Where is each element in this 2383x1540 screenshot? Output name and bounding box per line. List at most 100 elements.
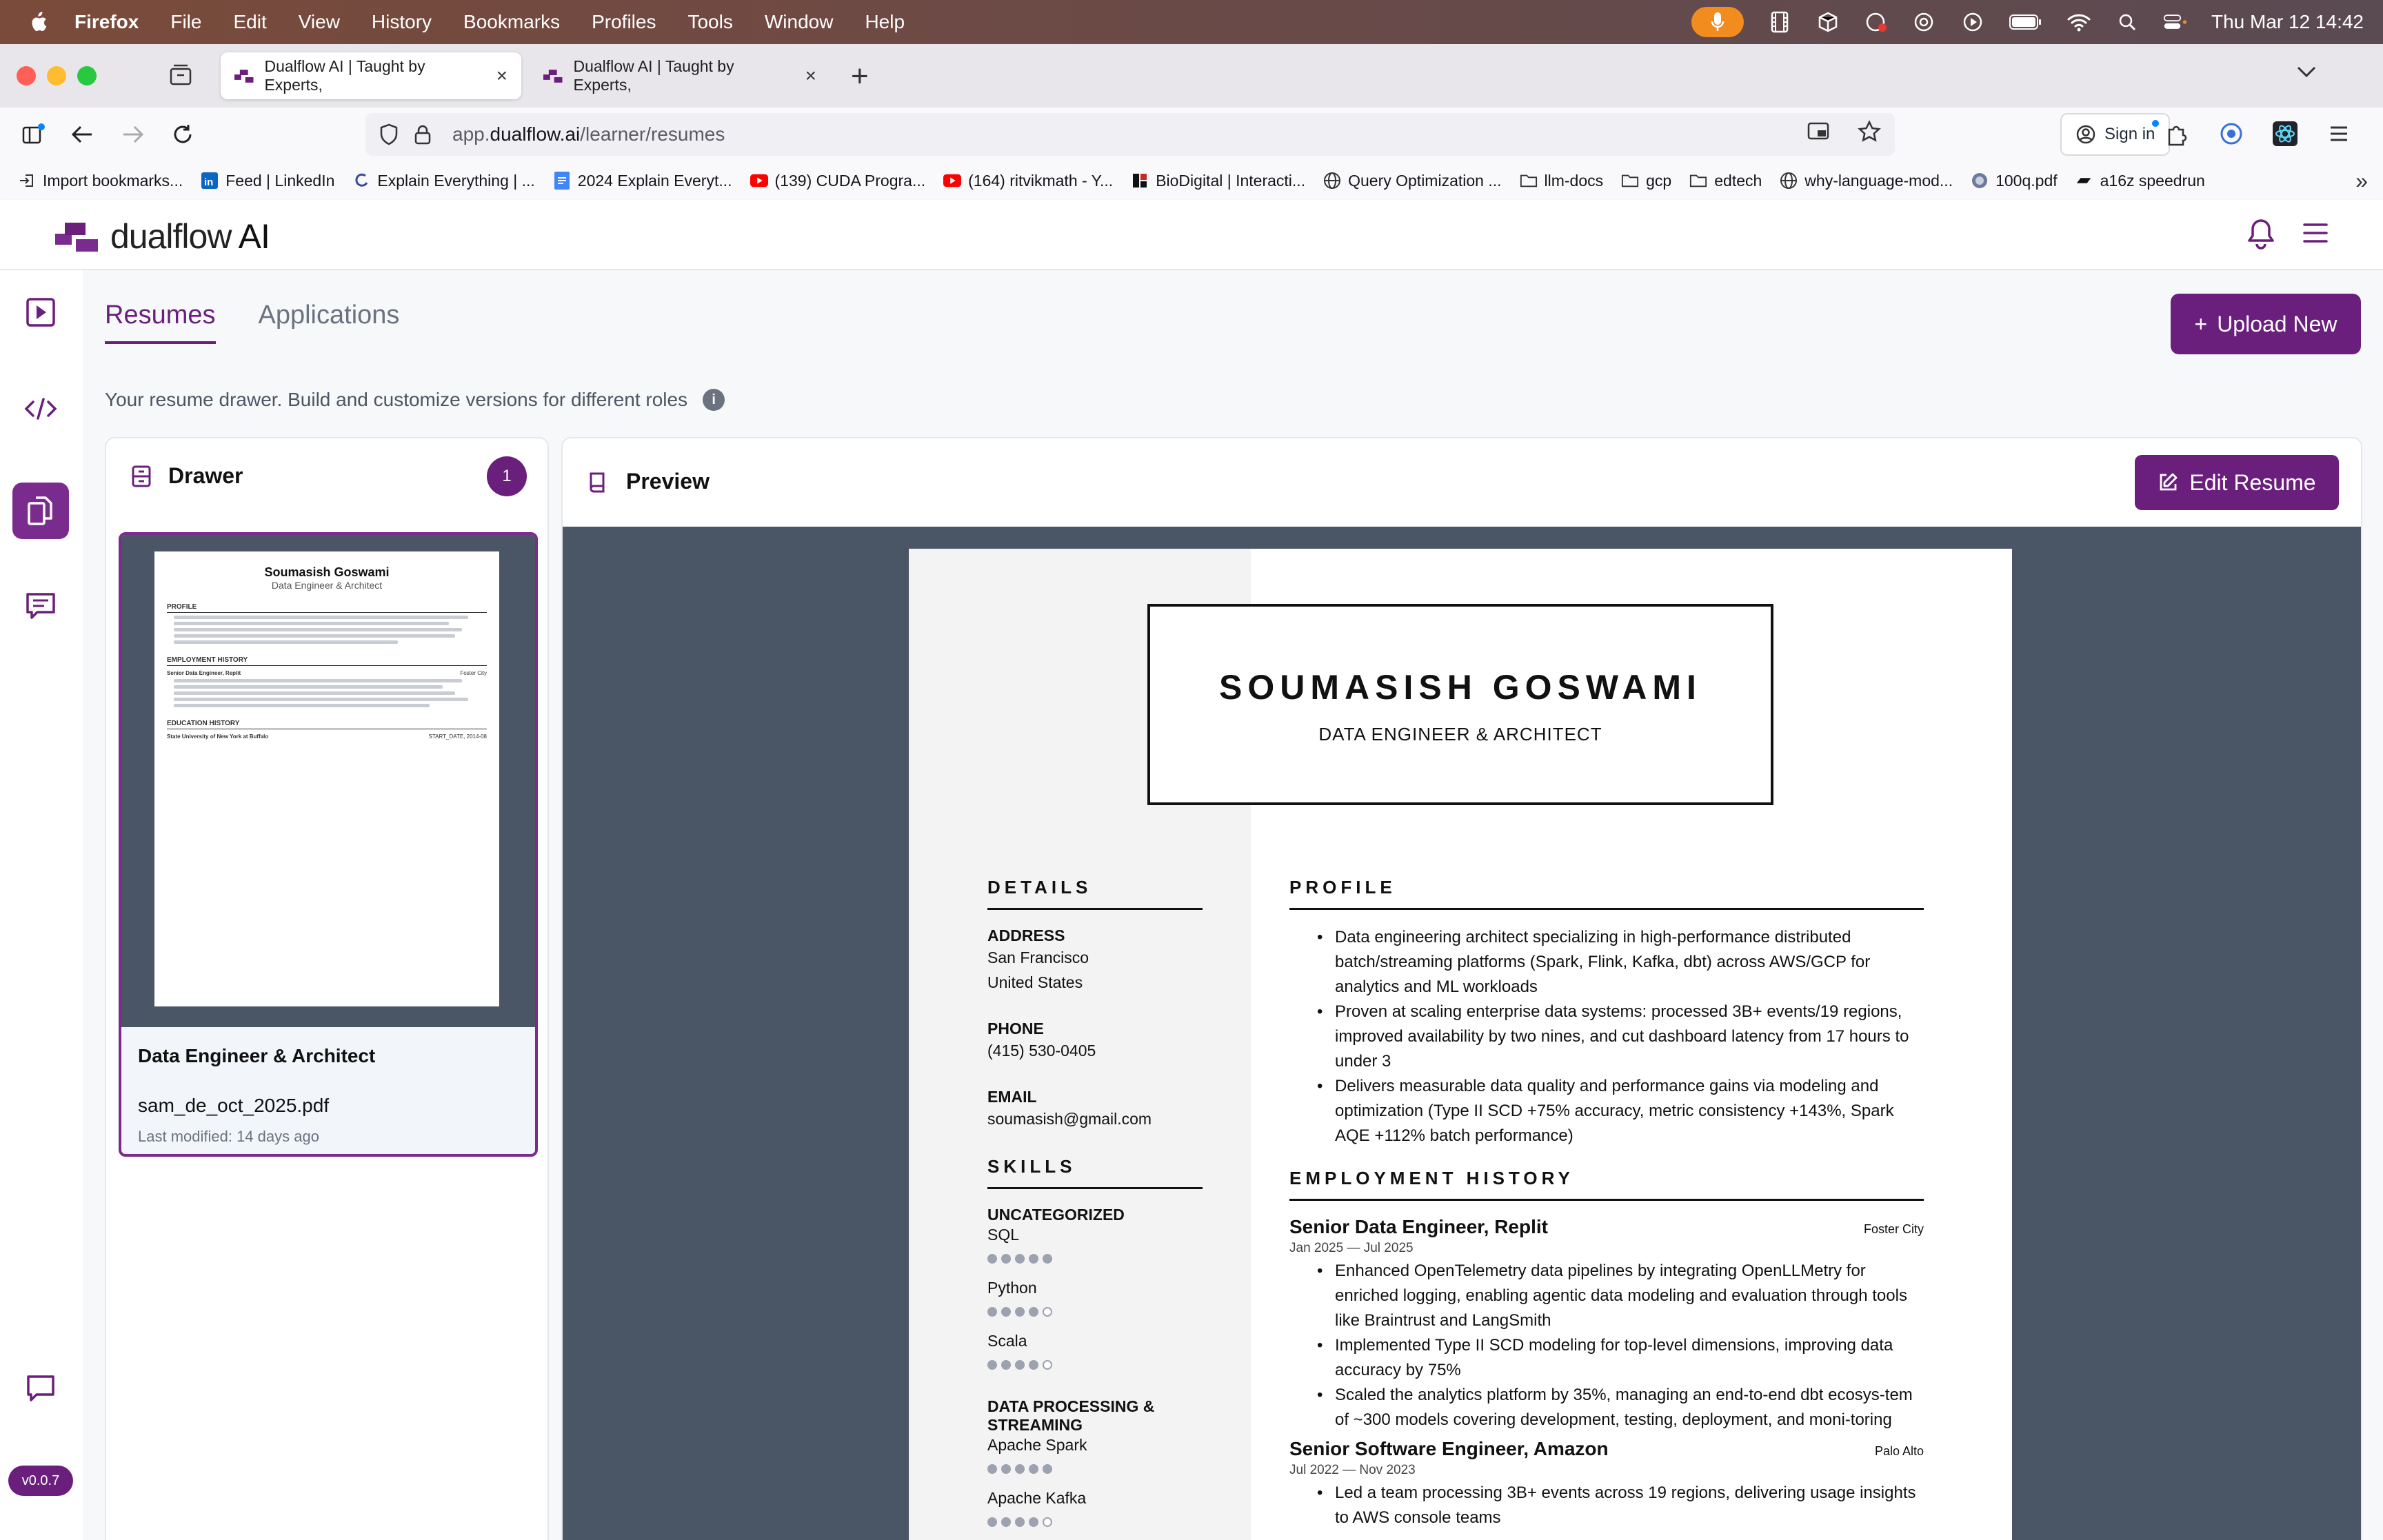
tab-resumes[interactable]: Resumes (105, 301, 216, 344)
tracking-shield-icon[interactable] (379, 123, 399, 145)
lock-icon[interactable] (414, 124, 432, 145)
bookmark-folder-llm-docs[interactable]: llm-docs (1520, 172, 1603, 190)
bookmark-query-optimization[interactable]: Query Optimization ... (1323, 172, 1502, 190)
resume-name: SOUMASISH GOSWAMI (1219, 668, 1702, 707)
skills-list-data-processing: Apache SparkApache KafkaAmazon Kinesis (987, 1436, 1203, 1540)
edit-resume-button[interactable]: Edit Resume (2135, 455, 2339, 510)
skill-name: Scala (987, 1332, 1027, 1350)
tab-applications[interactable]: Applications (259, 301, 400, 344)
resume-card-info: Data Engineer & Architect sam_de_oct_202… (138, 1038, 524, 1146)
back-arrow-icon[interactable] (68, 120, 97, 149)
bookmark-a16z-speedrun[interactable]: a16z speedrun (2075, 172, 2205, 190)
microphone-icon[interactable] (1691, 7, 1744, 37)
forward-arrow-icon[interactable] (119, 120, 148, 149)
skill-category: UNCATEGORIZED (987, 1206, 1125, 1224)
sidebar-toggle-icon[interactable] (19, 120, 48, 149)
details-heading: DETAILS (987, 877, 1203, 910)
play-circle-icon[interactable] (1960, 10, 1985, 34)
browser-menu-icon[interactable] (2325, 120, 2353, 148)
tab-list-chevron-icon[interactable] (2296, 61, 2317, 84)
bookmark-youtube-cuda[interactable]: (139) CUDA Progra... (750, 172, 925, 190)
resume-card[interactable]: Soumasish Goswami Data Engineer & Archit… (119, 532, 538, 1157)
search-icon[interactable] (2115, 10, 2140, 34)
notification-bell-icon[interactable] (2246, 218, 2275, 253)
resume-document: SOUMASISH GOSWAMI DATA ENGINEER & ARCHIT… (909, 549, 2012, 1540)
sidebar-item-code[interactable] (12, 381, 69, 437)
window-zoom-button[interactable] (77, 66, 97, 85)
vpn-icon[interactable] (1912, 10, 1937, 34)
sidebar-item-feedback[interactable] (12, 1359, 69, 1416)
profile-heading: PROFILE (1289, 877, 1924, 910)
bookmark-folder-edtech[interactable]: edtech (1689, 172, 1762, 190)
bookmark-linkedin[interactable]: in Feed | LinkedIn (201, 172, 334, 190)
upload-new-button[interactable]: + Upload New (2171, 294, 2361, 354)
dualflow-favicon-icon (234, 70, 254, 83)
battery-icon[interactable] (2009, 10, 2043, 34)
sidebar-item-learn[interactable] (12, 284, 69, 341)
reload-icon[interactable] (168, 120, 197, 149)
window-close-button[interactable] (17, 66, 36, 85)
tab-close-icon[interactable]: × (496, 65, 507, 87)
menu-history[interactable]: History (372, 11, 432, 33)
skill-level-dot (1043, 1254, 1052, 1264)
bookmark-100q-pdf[interactable]: 100q.pdf (1971, 172, 2058, 190)
menu-app-name[interactable]: Firefox (74, 11, 139, 33)
film-icon[interactable] (1767, 10, 1792, 34)
status-area: Thu Mar 12 14:42 (1691, 0, 2364, 44)
extensions-puzzle-icon[interactable] (2164, 120, 2191, 148)
menu-bookmarks[interactable]: Bookmarks (463, 11, 560, 33)
cube-icon[interactable] (1816, 10, 1840, 34)
tab-overview-icon[interactable] (168, 62, 196, 90)
sidebar-item-resumes[interactable] (12, 483, 69, 539)
bookmark-explain-everything[interactable]: Explain Everything | ... (352, 172, 535, 190)
url-bar[interactable]: app.dualflow.ai/learner/resumes (365, 113, 1895, 156)
email-value: soumasish@gmail.com (987, 1110, 1152, 1128)
bookmark-youtube-ritvikmath[interactable]: (164) ritvikmath - Y... (943, 172, 1113, 190)
menu-file[interactable]: File (170, 11, 201, 33)
control-center-icon[interactable] (2163, 10, 2188, 34)
menu-help[interactable]: Help (865, 11, 905, 33)
sidebar-item-interview[interactable] (12, 578, 69, 634)
analytics-extension-icon[interactable] (2218, 120, 2245, 148)
tab-close-icon[interactable]: × (805, 65, 816, 87)
bookmarks-overflow-chevron-icon[interactable]: » (2355, 168, 2368, 194)
resume-thumbnail[interactable]: Soumasish Goswami Data Engineer & Archit… (121, 535, 535, 1027)
window-minimize-button[interactable] (47, 66, 66, 85)
new-tab-icon[interactable]: + (851, 59, 869, 94)
extension-icons (2164, 120, 2353, 148)
preview-canvas[interactable]: SOUMASISH GOSWAMI DATA ENGINEER & ARCHIT… (563, 527, 2361, 1540)
bookmark-why-language-models[interactable]: why-language-mod... (1780, 172, 1953, 190)
menu-profiles[interactable]: Profiles (592, 11, 656, 33)
skill-level-dot (987, 1254, 997, 1264)
app-menu-icon[interactable] (2302, 221, 2329, 249)
bookmark-biodigital[interactable]: BioDigital | Interacti... (1131, 172, 1305, 190)
pdf-seal-icon (1971, 172, 1989, 190)
cloud-sync-icon[interactable] (1864, 10, 1889, 34)
bookmark-star-icon[interactable] (1858, 120, 1881, 143)
bookmark-folder-gcp[interactable]: gcp (1621, 172, 1671, 190)
bookmark-google-doc[interactable]: 2024 Explain Everyt... (553, 172, 732, 190)
react-devtools-icon[interactable] (2271, 120, 2299, 148)
browser-tab-active[interactable]: Dualflow AI | Taught by Experts, × (221, 52, 521, 99)
skill-level-dot (1043, 1307, 1052, 1317)
url-text[interactable]: app.dualflow.ai/learner/resumes (452, 123, 725, 145)
picture-in-picture-icon[interactable] (1807, 120, 1830, 143)
preview-title: Preview (626, 469, 710, 494)
menu-view[interactable]: View (299, 11, 340, 33)
address-label: ADDRESS (987, 926, 1065, 944)
browser-tab[interactable]: Dualflow AI | Taught by Experts, × (530, 52, 830, 99)
info-icon[interactable]: i (703, 389, 725, 411)
menu-edit[interactable]: Edit (233, 11, 266, 33)
job-bullet: Scaled the analytics platform by 35%, ma… (1289, 1383, 1924, 1432)
wifi-icon[interactable] (2067, 10, 2091, 34)
apple-icon[interactable] (28, 10, 48, 34)
clock[interactable]: Thu Mar 12 14:42 (2211, 11, 2364, 33)
menu-window[interactable]: Window (765, 11, 834, 33)
folder-icon (1689, 172, 1707, 190)
bookmark-import[interactable]: Import bookmarks... (18, 172, 183, 190)
documents-icon (28, 496, 52, 525)
folder-icon (1520, 172, 1538, 190)
menu-tools[interactable]: Tools (687, 11, 732, 33)
sign-in-button[interactable]: Sign in (2060, 113, 2171, 156)
dualflow-logo[interactable]: dualflow AI (55, 216, 270, 256)
